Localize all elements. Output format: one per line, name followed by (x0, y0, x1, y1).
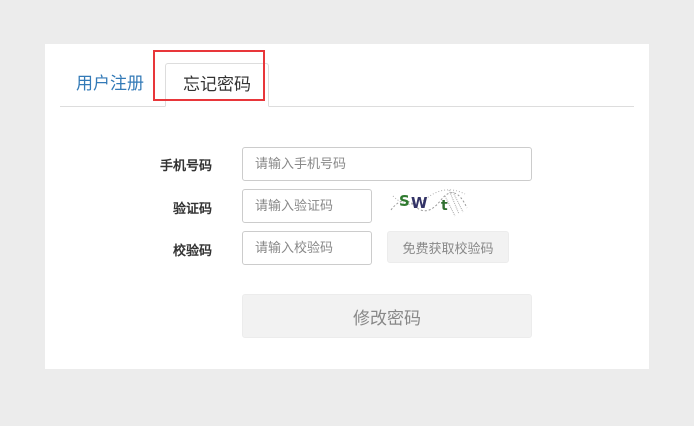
phone-label: 手机号码 (159, 159, 212, 174)
svg-text:W: W (411, 194, 428, 212)
svg-text:t: t (441, 198, 448, 214)
verify-code-label: 校验码 (172, 244, 212, 259)
tab-register[interactable]: 用户注册 (62, 63, 158, 105)
change-password-button[interactable]: 修改密码 (242, 294, 532, 338)
get-verify-code-button[interactable]: 免费获取校验码 (387, 231, 509, 263)
tab-bar: 用户注册 忘记密码 (60, 59, 634, 107)
captcha-image[interactable]: S W t (389, 186, 469, 218)
svg-text:S: S (399, 192, 410, 210)
verify-code-input[interactable] (242, 231, 372, 265)
captcha-input[interactable] (242, 189, 372, 223)
captcha-label: 验证码 (172, 202, 212, 217)
phone-input[interactable] (242, 147, 532, 181)
tab-forgot-password[interactable]: 忘记密码 (165, 63, 269, 107)
